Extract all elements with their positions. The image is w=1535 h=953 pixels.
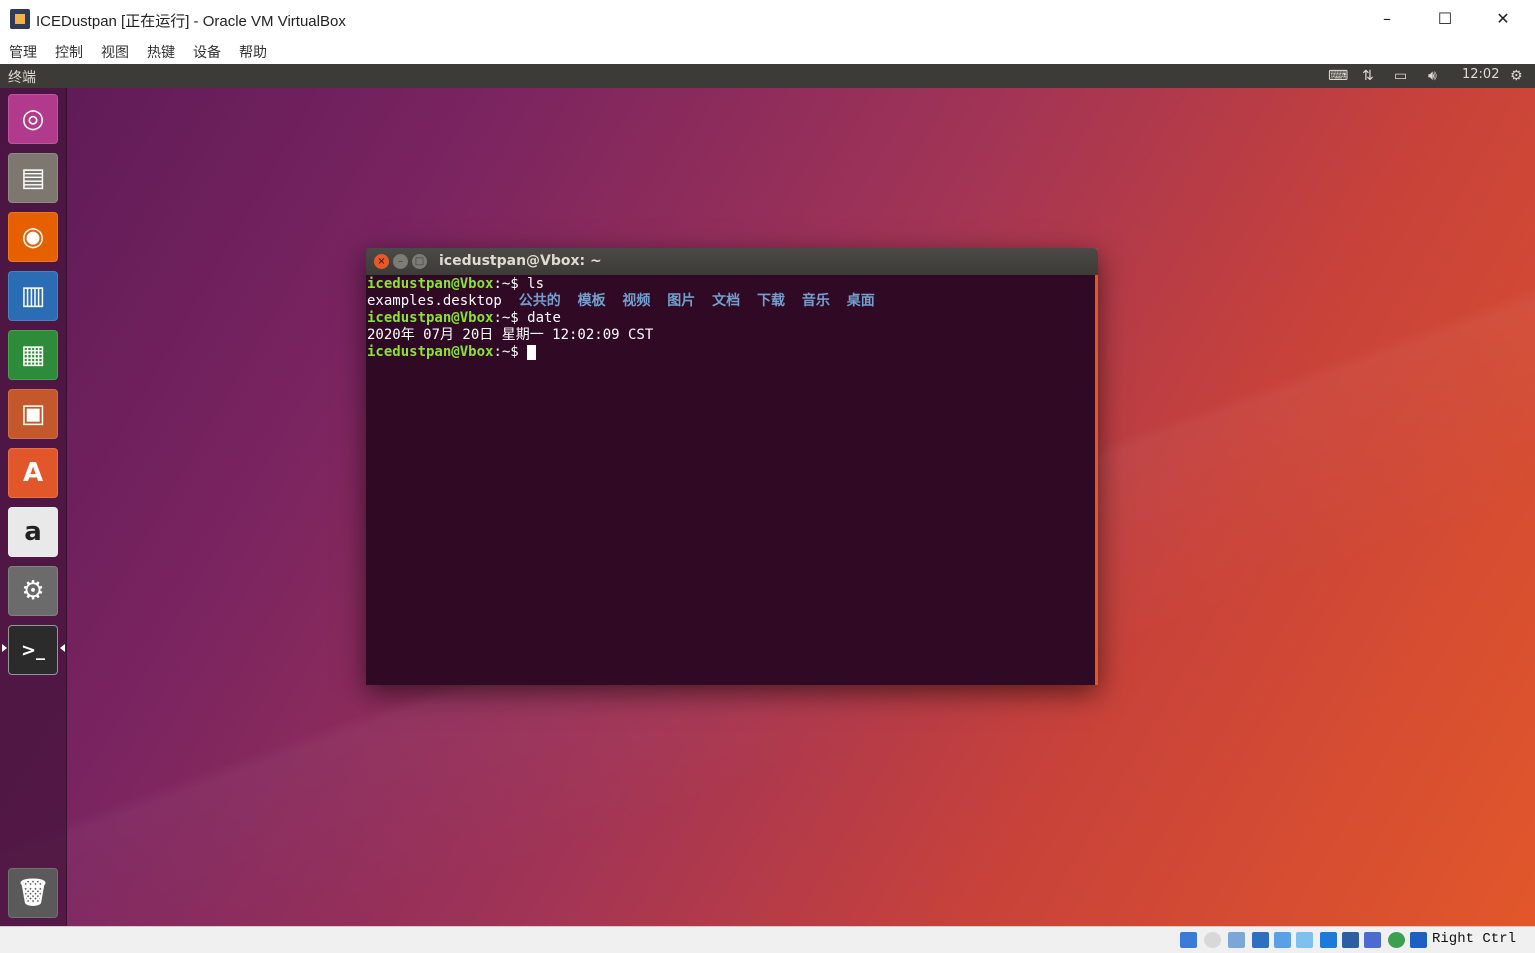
guest-additions-icon[interactable]	[1388, 932, 1405, 948]
close-button[interactable]: ✕	[1480, 4, 1526, 34]
menu-control[interactable]: 控制	[55, 42, 83, 62]
terminal-output[interactable]: icedustpan@Vbox:~$ ls examples.desktop 公…	[366, 275, 1098, 685]
trash-icon[interactable]: 🗑︎	[8, 868, 58, 918]
maximize-button[interactable]: ☐	[1422, 4, 1468, 34]
unity-launcher: ◎ ▤ ◉ ▥ ▦ ▣ A a ⚙ >_ 🗑︎	[0, 88, 67, 926]
minimize-button[interactable]: –	[1364, 4, 1410, 34]
optical-drive-icon[interactable]	[1204, 932, 1221, 948]
vbox-menubar: 管理 控制 视图 热键 设备 帮助	[0, 38, 1535, 64]
usb-icon[interactable]	[1274, 932, 1291, 948]
impress-icon[interactable]: ▣	[8, 389, 58, 439]
display-icon[interactable]	[1320, 932, 1337, 948]
terminal-line: icedustpan@Vbox:~$	[367, 344, 537, 361]
power-icon[interactable]: ⚙	[1510, 66, 1523, 86]
active-indicator-right	[60, 644, 65, 652]
prompt-user: icedustpan@Vbox	[367, 276, 494, 292]
system-settings-icon[interactable]: ⚙	[8, 566, 58, 616]
terminal-close-button[interactable]: ×	[374, 254, 389, 269]
video-capture-icon[interactable]	[1342, 932, 1359, 948]
terminal-minimize-button[interactable]: –	[393, 254, 408, 269]
software-center-icon[interactable]: A	[8, 448, 58, 498]
volume-icon[interactable]: 🔊︎	[1428, 66, 1437, 86]
vbox-statusbar: Right Ctrl	[0, 926, 1535, 953]
firefox-icon[interactable]: ◉	[8, 212, 58, 262]
hard-disk-icon[interactable]	[1180, 932, 1197, 948]
window-title: ICEDustpan [正在运行] - Oracle VM VirtualBox	[36, 13, 346, 30]
writer-icon[interactable]: ▥	[8, 271, 58, 321]
prompt-user: icedustpan@Vbox	[367, 344, 494, 360]
terminal-line: examples.desktop 公共的 模板 视频 图片 文档 下载 音乐 桌…	[367, 293, 875, 310]
guest-desktop[interactable]: 终端 ⌨ ⇅ ▭ 🔊︎ 12:02 ⚙ ◎ ▤ ◉ ▥ ▦ ▣ A a ⚙ >_…	[0, 64, 1535, 926]
files-icon[interactable]: ▤	[8, 153, 58, 203]
keyboard-icon[interactable]: ⌨	[1328, 66, 1348, 86]
directory-list: 公共的 模板 视频 图片 文档 下载 音乐 桌面	[518, 293, 875, 309]
battery-icon[interactable]: ▭	[1394, 66, 1407, 86]
active-app-title: 终端	[8, 70, 36, 86]
virtualization-icon[interactable]	[1364, 932, 1381, 948]
output-text: 2020年 07月 20日 星期一 12:02:09 CST	[367, 327, 654, 343]
ubuntu-top-panel: 终端 ⌨ ⇅ ▭ 🔊︎ 12:02 ⚙	[0, 64, 1535, 88]
terminal-line: 2020年 07月 20日 星期一 12:02:09 CST	[367, 327, 653, 344]
menu-devices[interactable]: 设备	[193, 42, 221, 62]
terminal-window[interactable]: × – □ icedustpan@Vbox: ~ icedustpan@Vbox…	[366, 248, 1098, 685]
panel-clock[interactable]: 12:02	[1462, 67, 1499, 82]
shared-folders-icon[interactable]	[1296, 932, 1313, 948]
terminal-line: icedustpan@Vbox:~$ ls	[367, 276, 545, 292]
terminal-titlebar[interactable]: × – □ icedustpan@Vbox: ~	[366, 248, 1098, 275]
network-adapter-icon[interactable]	[1252, 932, 1269, 948]
output-text: examples.desktop	[367, 293, 519, 309]
terminal-cursor	[527, 344, 537, 360]
menu-help[interactable]: 帮助	[239, 42, 267, 62]
command-text: date	[527, 310, 561, 326]
vbox-titlebar: ICEDustpan [正在运行] - Oracle VM VirtualBox…	[0, 0, 1535, 38]
host-key-label: Right Ctrl	[1432, 931, 1517, 947]
command-text: ls	[527, 276, 545, 292]
ubuntu-dash-icon[interactable]: ◎	[8, 94, 58, 144]
prompt-user: icedustpan@Vbox	[367, 310, 494, 326]
active-indicator-left	[2, 644, 7, 652]
audio-icon[interactable]	[1228, 932, 1245, 948]
menu-view[interactable]: 视图	[101, 42, 129, 62]
amazon-icon[interactable]: a	[8, 507, 58, 557]
menu-manage[interactable]: 管理	[9, 42, 37, 62]
network-icon[interactable]: ⇅	[1362, 66, 1374, 86]
virtualbox-app-icon	[10, 9, 30, 29]
mouse-integration-icon[interactable]	[1410, 932, 1427, 948]
terminal-title: icedustpan@Vbox: ~	[439, 253, 602, 269]
menu-hotkeys[interactable]: 热键	[147, 42, 175, 62]
terminal-maximize-button[interactable]: □	[412, 254, 427, 269]
terminal-line: icedustpan@Vbox:~$ date	[367, 310, 561, 326]
calc-icon[interactable]: ▦	[8, 330, 58, 380]
terminal-icon[interactable]: >_	[8, 625, 58, 675]
